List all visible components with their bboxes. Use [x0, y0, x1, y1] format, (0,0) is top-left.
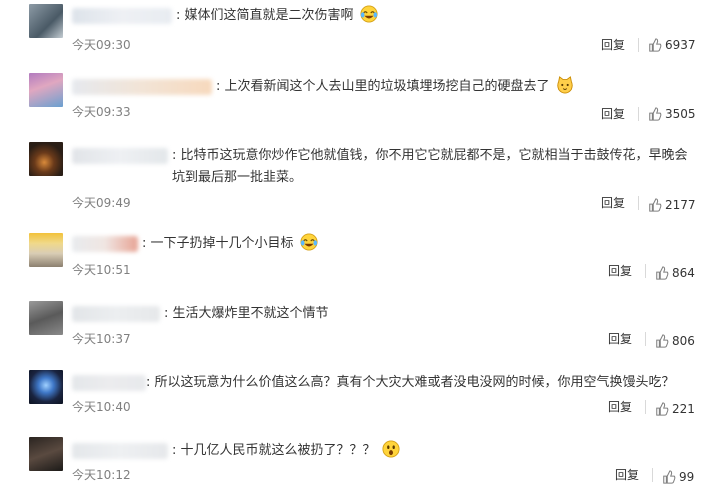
like-count: 99: [679, 470, 695, 484]
divider: [645, 400, 646, 414]
thumbs-up-icon: [649, 38, 662, 52]
reply-button[interactable]: 回复: [615, 467, 639, 483]
divider: [645, 332, 646, 346]
like-count: 864: [672, 266, 695, 280]
comment-text: : 一下子扔掉十几个小目标: [142, 233, 318, 255]
comment-text: : 生活大爆炸里不就这个情节: [164, 306, 329, 321]
username[interactable]: [72, 375, 146, 391]
avatar[interactable]: [29, 301, 63, 335]
like-count: 3505: [665, 107, 696, 121]
divider: [638, 107, 639, 121]
timestamp: 今天10:40: [72, 400, 131, 414]
username[interactable]: [72, 236, 138, 252]
surprised-icon: [382, 440, 400, 458]
thumbs-up-icon: [656, 266, 669, 280]
reply-button[interactable]: 回复: [601, 195, 625, 211]
thumbs-up-icon: [663, 470, 676, 484]
divider: [652, 468, 653, 482]
like-button[interactable]: 99: [662, 469, 694, 485]
avatar[interactable]: [29, 437, 63, 471]
reply-button[interactable]: 回复: [601, 37, 625, 53]
timestamp: 今天09:49: [72, 196, 131, 210]
timestamp: 今天09:30: [72, 38, 131, 52]
reply-button[interactable]: 回复: [608, 263, 632, 279]
like-button[interactable]: 806: [655, 333, 695, 349]
username[interactable]: [72, 79, 212, 95]
like-count: 806: [672, 334, 695, 348]
timestamp: 今天09:33: [72, 105, 131, 119]
reply-button[interactable]: 回复: [608, 399, 632, 415]
avatar[interactable]: [29, 4, 63, 38]
reply-button[interactable]: 回复: [601, 106, 625, 122]
comment-text: : 十几亿人民币就这么被扔了？？？: [172, 440, 400, 462]
timestamp: 今天10:37: [72, 332, 131, 346]
avatar[interactable]: [29, 142, 63, 176]
username[interactable]: [72, 148, 168, 164]
timestamp: 今天10:12: [72, 468, 131, 482]
like-button[interactable]: 221: [655, 401, 695, 417]
thumbs-up-icon: [649, 107, 662, 121]
avatar[interactable]: [29, 233, 63, 267]
comment-text: : 比特币这玩意你炒作它他就值钱，你不用它它就屁都不是，它就相当于击鼓传花，早晚…: [172, 148, 688, 185]
divider: [638, 196, 639, 210]
avatar[interactable]: [29, 370, 63, 404]
username[interactable]: [72, 443, 168, 459]
laugh-cry-icon: [360, 5, 378, 23]
comment-text: : 所以这玩意为什么价值这么高？真有个大灾大难或者没电没网的时候，你用空气换馒头…: [146, 375, 675, 390]
like-count: 221: [672, 402, 695, 416]
thumbs-up-icon: [649, 198, 662, 212]
avatar[interactable]: [29, 73, 63, 107]
username[interactable]: [72, 8, 172, 24]
like-button[interactable]: 2177: [648, 197, 696, 213]
divider: [638, 38, 639, 52]
username[interactable]: [72, 306, 160, 322]
thumbs-up-icon: [656, 402, 669, 416]
like-count: 6937: [665, 38, 696, 52]
reply-button[interactable]: 回复: [608, 331, 632, 347]
timestamp: 今天10:51: [72, 263, 131, 277]
like-button[interactable]: 6937: [648, 37, 696, 53]
comment-text: : 媒体们这简直就是二次伤害啊: [176, 5, 378, 27]
divider: [645, 264, 646, 278]
like-button[interactable]: 3505: [648, 106, 696, 122]
like-count: 2177: [665, 198, 696, 212]
laugh-cry-icon: [300, 233, 318, 251]
thumbs-up-icon: [656, 334, 669, 348]
cat-icon: [557, 76, 573, 94]
comment-text: : 上次看新闻这个人去山里的垃圾填埋场挖自己的硬盘去了: [216, 76, 574, 98]
like-button[interactable]: 864: [655, 265, 695, 281]
